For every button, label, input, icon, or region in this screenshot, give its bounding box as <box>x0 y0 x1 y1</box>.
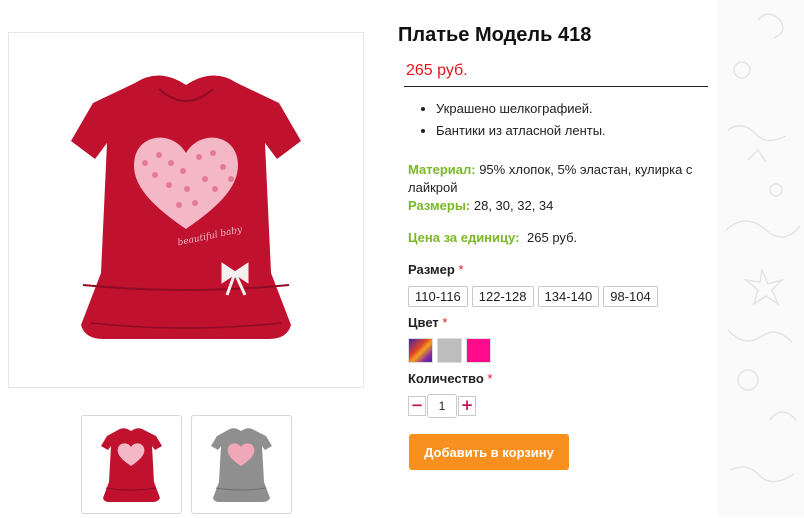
product-price: 265 руб. <box>406 62 468 79</box>
color-label-text: Цвет <box>408 315 439 330</box>
size-option-110-116[interactable]: 110-116 <box>408 286 468 307</box>
red-dress-thumbnail-illustration <box>101 428 162 502</box>
color-options <box>408 338 491 363</box>
size-option-134-140[interactable]: 134-140 <box>537 286 600 307</box>
material-row: Материал: 95% хлопок, 5% эластан, кулирк… <box>408 161 708 197</box>
sizes-value: 28, 30, 32, 34 <box>473 198 554 213</box>
feature-item: Бантики из атласной ленты. <box>436 120 606 142</box>
required-mark: * <box>458 262 464 277</box>
price-divider <box>404 86 708 87</box>
gray-dress-thumbnail-illustration <box>211 428 272 502</box>
add-to-cart-button[interactable]: Добавить в корзину <box>409 434 569 470</box>
unit-price-label: Цена за единицу: <box>408 230 520 245</box>
color-swatch-pink[interactable] <box>466 338 491 363</box>
sizes-label: Размеры: <box>408 198 471 213</box>
size-options: 110-116 122-128 134-140 98-104 <box>408 286 658 307</box>
size-label-text: Размер <box>408 262 455 277</box>
sizes-row: Размеры: 28, 30, 32, 34 <box>408 197 708 215</box>
product-specs: Материал: 95% хлопок, 5% эластан, кулирк… <box>408 161 708 215</box>
feature-item: Украшено шелкографией. <box>436 98 606 120</box>
unit-price-row: Цена за единицу: 265 руб. <box>408 230 577 245</box>
feature-list: Украшено шелкографией. Бантики из атласн… <box>418 98 606 142</box>
thumbnail-gray-dress[interactable] <box>191 415 292 514</box>
size-option-122-128[interactable]: 122-128 <box>471 286 534 307</box>
quantity-label-text: Количество <box>408 371 484 386</box>
material-label: Материал: <box>408 162 476 177</box>
color-swatch-multicolor[interactable] <box>408 338 433 363</box>
background-doodle-decoration <box>718 0 804 516</box>
quantity-option-label: Количество * <box>408 371 492 386</box>
color-option-label: Цвет * <box>408 315 447 330</box>
unit-price-value: 265 руб. <box>527 230 578 245</box>
product-title: Платье Модель 418 <box>398 24 592 46</box>
quantity-stepper: − + <box>408 394 476 418</box>
size-option-label: Размер * <box>408 262 464 277</box>
quantity-input[interactable] <box>427 394 457 418</box>
size-option-98-104[interactable]: 98-104 <box>603 286 658 307</box>
main-product-image[interactable]: beautiful baby <box>8 32 364 388</box>
quantity-decrease-button[interactable]: − <box>408 396 426 416</box>
thumbnail-red-dress[interactable] <box>81 415 182 514</box>
required-mark: * <box>442 315 448 330</box>
quantity-increase-button[interactable]: + <box>458 396 476 416</box>
dress-illustration: beautiful baby <box>71 75 301 340</box>
required-mark: * <box>487 371 493 386</box>
color-swatch-gray[interactable] <box>437 338 462 363</box>
